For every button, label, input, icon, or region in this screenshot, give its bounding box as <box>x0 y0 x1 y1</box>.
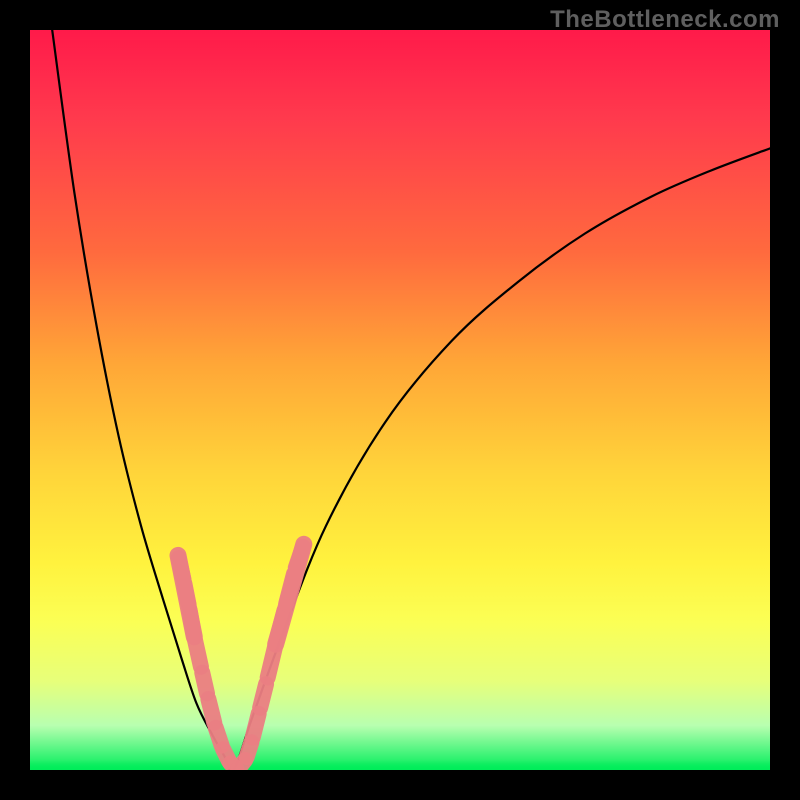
highlight-dash <box>253 714 259 738</box>
chart-frame: TheBottleneck.com <box>0 0 800 800</box>
plot-svg <box>30 30 770 770</box>
bottleneck-curve <box>52 30 770 770</box>
highlight-dash <box>208 699 214 723</box>
highlight-dash <box>202 673 207 694</box>
highlight-dashes <box>178 544 304 769</box>
curve-path <box>52 30 770 770</box>
highlight-dash <box>260 684 266 708</box>
highlight-dash-long <box>178 555 194 636</box>
watermark-text: TheBottleneck.com <box>550 6 780 34</box>
plot-area <box>30 30 770 770</box>
highlight-dash-long <box>276 544 304 644</box>
